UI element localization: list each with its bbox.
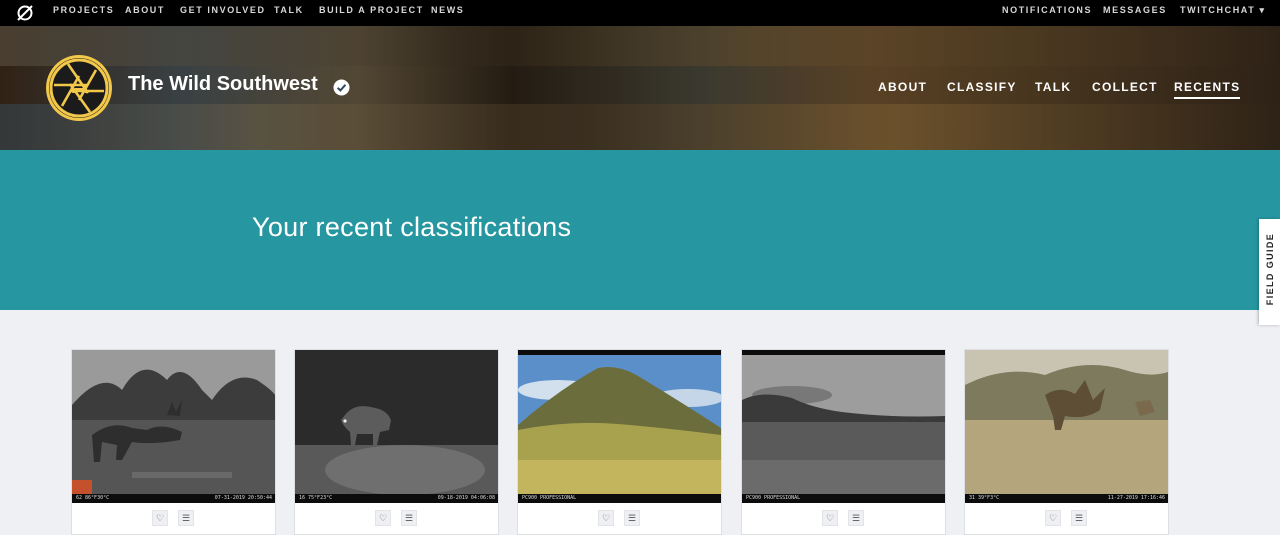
nav-news[interactable]: NEWS xyxy=(431,0,464,26)
classification-card[interactable]: PC900 PROFESSIONAL ♡ ☰ xyxy=(517,349,722,535)
favorite-button[interactable]: ♡ xyxy=(375,510,391,526)
user-name: TWITCHCHAT xyxy=(1180,5,1256,15)
add-to-collection-button[interactable]: ☰ xyxy=(624,510,640,526)
caret-down-icon: ▾ xyxy=(1259,5,1266,15)
add-to-collection-button[interactable]: ☰ xyxy=(401,510,417,526)
classification-card[interactable]: PC900 PROFESSIONAL ♡ ☰ xyxy=(741,349,946,535)
nav-messages[interactable]: MESSAGES xyxy=(1103,0,1167,26)
aperture-icon xyxy=(49,58,109,118)
subject-image[interactable]: PC900 PROFESSIONAL xyxy=(518,350,721,503)
add-to-collection-button[interactable]: ☰ xyxy=(1071,510,1087,526)
subject-image[interactable]: 16 75°F23°C 09-18-2019 04:06:08 xyxy=(295,350,498,503)
subject-image[interactable]: 62 86°F30°C 07-31-2019 20:50:44 xyxy=(72,350,275,503)
page-banner: Your recent classifications xyxy=(0,150,1280,310)
nav-notifications[interactable]: NOTIFICATIONS xyxy=(1002,0,1092,26)
verified-badge-icon xyxy=(333,79,350,96)
list-icon: ☰ xyxy=(404,513,414,523)
camera-stamp: PC900 PROFESSIONAL xyxy=(742,494,945,503)
camera-stamp: PC900 PROFESSIONAL xyxy=(518,494,721,503)
nav-about[interactable]: ABOUT xyxy=(125,0,165,26)
heart-icon: ♡ xyxy=(155,513,165,523)
camera-stamp: 62 86°F30°C 07-31-2019 20:50:44 xyxy=(72,494,275,503)
nav-projects[interactable]: PROJECTS xyxy=(53,0,114,26)
nav-get-involved[interactable]: GET INVOLVED xyxy=(180,0,266,26)
field-guide-label: FIELD GUIDE xyxy=(1265,232,1275,306)
nav-user-menu[interactable]: TWITCHCHAT ▾ xyxy=(1180,0,1266,26)
heart-icon: ♡ xyxy=(825,513,835,523)
project-nav-recents[interactable]: RECENTS xyxy=(1174,80,1241,99)
project-avatar[interactable] xyxy=(46,55,112,121)
project-nav-talk[interactable]: TALK xyxy=(1035,80,1071,94)
heart-icon: ♡ xyxy=(378,513,388,523)
project-nav-about[interactable]: ABOUT xyxy=(878,80,927,94)
nav-build-a-project[interactable]: BUILD A PROJECT xyxy=(319,0,424,26)
field-guide-tab[interactable]: FIELD GUIDE xyxy=(1259,219,1280,325)
favorite-button[interactable]: ♡ xyxy=(598,510,614,526)
nav-talk[interactable]: TALK xyxy=(274,0,304,26)
project-nav-classify[interactable]: CLASSIFY xyxy=(947,80,1017,94)
heart-icon: ♡ xyxy=(601,513,611,523)
camera-stamp: 31 39°F3°C 11-27-2019 17:16:46 xyxy=(965,494,1168,503)
project-header: The Wild Southwest ABOUT CLASSIFY TALK C… xyxy=(0,26,1280,150)
project-title[interactable]: The Wild Southwest xyxy=(128,73,318,96)
list-icon: ☰ xyxy=(1074,513,1084,523)
zooniverse-logo-icon[interactable] xyxy=(16,4,34,22)
heart-icon: ♡ xyxy=(1048,513,1058,523)
add-to-collection-button[interactable]: ☰ xyxy=(848,510,864,526)
favorite-button[interactable]: ♡ xyxy=(1045,510,1061,526)
list-icon: ☰ xyxy=(851,513,861,523)
subject-image[interactable]: PC900 PROFESSIONAL xyxy=(742,350,945,503)
list-icon: ☰ xyxy=(181,513,191,523)
page-heading: Your recent classifications xyxy=(252,212,572,242)
favorite-button[interactable]: ♡ xyxy=(152,510,168,526)
site-navbar: PROJECTS ABOUT GET INVOLVED TALK BUILD A… xyxy=(0,0,1280,26)
project-nav-collect[interactable]: COLLECT xyxy=(1092,80,1158,94)
classification-card[interactable]: 31 39°F3°C 11-27-2019 17:16:46 ♡ ☰ xyxy=(964,349,1169,535)
subject-image[interactable]: 31 39°F3°C 11-27-2019 17:16:46 xyxy=(965,350,1168,503)
classification-card[interactable]: 16 75°F23°C 09-18-2019 04:06:08 ♡ ☰ xyxy=(294,349,499,535)
favorite-button[interactable]: ♡ xyxy=(822,510,838,526)
camera-stamp: 16 75°F23°C 09-18-2019 04:06:08 xyxy=(295,494,498,503)
classification-card[interactable]: 62 86°F30°C 07-31-2019 20:50:44 ♡ ☰ xyxy=(71,349,276,535)
list-icon: ☰ xyxy=(627,513,637,523)
add-to-collection-button[interactable]: ☰ xyxy=(178,510,194,526)
